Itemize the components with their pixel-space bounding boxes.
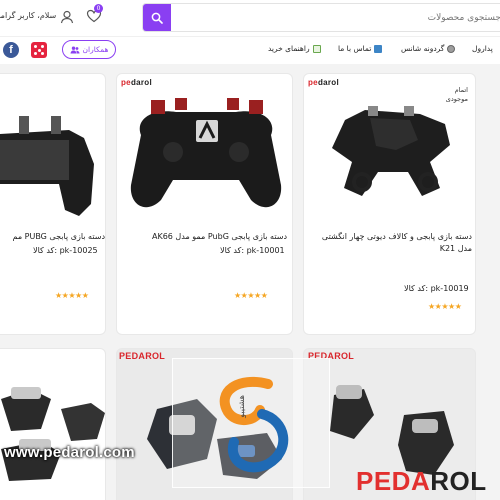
product-code: کد کالا: pk-10025	[33, 246, 98, 255]
product-name: دسته بازی پابجی و کالاف دیوتی چهار انگشت…	[321, 232, 472, 253]
product-card[interactable]	[0, 348, 106, 500]
nav-label-guide: راهنمای خرید	[268, 44, 310, 53]
site-url: www.pedarol.com	[4, 444, 135, 461]
product-name: دسته بازی پابجی PUBG مم	[12, 232, 106, 241]
user-account-button[interactable]	[60, 9, 74, 24]
product-name: دسته بازی پابجی PubG ممو مدل AK66	[151, 232, 287, 241]
search-button[interactable]	[143, 4, 171, 31]
nav-label-wheel: گردونه شانس	[401, 44, 445, 53]
nav-label-contact: تماس با ما	[338, 44, 372, 53]
search-box[interactable]	[142, 3, 500, 32]
watermark-text: هشتیبو	[237, 395, 246, 418]
brand-logo: pedarol	[308, 78, 339, 87]
rating-stars: ★★★★★	[234, 291, 268, 300]
nav-item-lucky-wheel[interactable]: گردونه شانس	[401, 44, 456, 53]
brand-logo: pedarol	[121, 78, 152, 87]
product-image	[130, 98, 282, 208]
search-input[interactable]	[173, 4, 500, 31]
nav-item-contact[interactable]: تماس با ما	[338, 44, 383, 53]
product-card[interactable]: دسته بازی پابجی PUBG مم کد کالا: pk-1002…	[0, 73, 106, 335]
product-image	[1, 387, 105, 481]
watermark-logo	[219, 376, 289, 473]
product-image	[0, 116, 94, 216]
cart-count-badge: 0	[94, 4, 103, 13]
top-header: 0 سلام، کاربر گرامی	[0, 0, 500, 36]
wheel-icon	[447, 44, 456, 53]
rating-stars: ★★★★★	[428, 302, 462, 311]
rating-stars: ★★★★★	[55, 291, 89, 300]
partners-button[interactable]: همکاران	[62, 40, 116, 59]
partners-label: همکاران	[82, 45, 109, 54]
product-code: کد کالا: pk-10019	[404, 284, 469, 293]
product-card[interactable]: pedarol دسته بازی پابجی PubG ممو مدل AK6…	[116, 73, 293, 335]
nav-bar: f همکاران راهنمای خرید تماس با ما گردونه…	[0, 36, 500, 64]
facebook-icon[interactable]: f	[3, 42, 19, 58]
product-card[interactable]: pedarol اتمام موجودی دسته بازی پابجی و ک…	[303, 73, 476, 335]
pedarol-logo: PEDAROL	[356, 466, 487, 496]
user-greeting[interactable]: سلام، کاربر گرامی	[0, 11, 56, 20]
nav-item-brand[interactable]: پدارول	[472, 44, 493, 53]
brand-logo: PEDAROL	[119, 351, 166, 361]
cart-button[interactable]: 0	[86, 4, 103, 24]
user-icon	[60, 10, 74, 24]
phone-book-icon	[374, 44, 383, 53]
product-code: کد کالا: pk-10001	[220, 246, 285, 255]
nav-label-brand: پدارول	[472, 44, 493, 53]
document-icon	[312, 44, 321, 53]
dice-icon[interactable]	[31, 42, 47, 58]
search-icon	[151, 12, 163, 24]
product-image	[332, 106, 450, 196]
nav-item-buy-guide[interactable]: راهنمای خرید	[268, 44, 321, 53]
users-icon	[70, 46, 80, 53]
page-root: 0 سلام، کاربر گرامی f همکاران	[0, 0, 500, 500]
